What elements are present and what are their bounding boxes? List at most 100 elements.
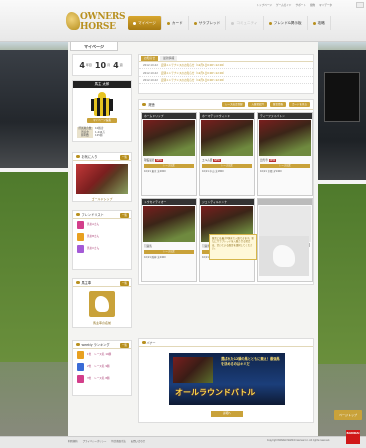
race-entry-bar[interactable]: レース出走 xyxy=(202,164,252,168)
top-link[interactable]: トップページ xyxy=(256,3,272,7)
friend-item[interactable]: 馬主Cさん xyxy=(73,243,131,255)
introduce-button[interactable]: 入厩者紹介 xyxy=(248,102,267,107)
race-detail: 10/21 東京 芝2000 xyxy=(144,170,166,173)
race-entry-bar[interactable]: レース出走 xyxy=(144,164,194,168)
horse-card[interactable]: トウカイテイオー 引退馬 レース出走 10/21 阪神 芝2400 xyxy=(141,198,197,282)
stable-info-button[interactable]: 厩舎情報 xyxy=(269,102,286,107)
page-top-button[interactable]: ページトップ xyxy=(334,410,362,420)
notice-panel: お知らせ 最新情報 2012.10.22 定期メンテナンスのお知らせ（12月1日0… xyxy=(138,54,314,94)
home-icon xyxy=(133,21,136,25)
notice-line[interactable]: 2012.10.22 定期メンテナンスのお知らせ（12月1日0:00〜12:00） xyxy=(139,69,313,77)
horse-image xyxy=(143,206,195,242)
nav-community[interactable]: コミュニティ xyxy=(226,16,264,30)
date-year-unit: 年目 xyxy=(85,63,92,67)
horse-placeholder-icon[interactable] xyxy=(89,291,115,317)
page-container: マイページ 4 年目 10 月 4週 馬主 太郎 マイページ編集 所属厩舎数 10厩舎… xyxy=(68,42,318,436)
owner-car-panel: 馬主車 一覧 馬主車の名前 xyxy=(72,278,132,328)
new-badge: NEW xyxy=(155,159,163,162)
footer-link[interactable]: プライバシーポリシー xyxy=(83,439,107,443)
ranking-rank: 2位 xyxy=(87,365,92,369)
banner-title: オールラウンドバトル xyxy=(175,388,256,397)
nav-label: マイページ xyxy=(138,21,156,25)
horse-status-row: 現役競走 NEW xyxy=(142,157,196,163)
ranking-text: レース名 9勝 xyxy=(94,365,110,369)
stable-header: 厩舎 レース出走登録 入厩者紹介 厩舎情報 カードを見る xyxy=(139,100,313,110)
ranking-list-button[interactable]: 一覧 xyxy=(119,342,129,348)
footer-link[interactable]: 利用規約 xyxy=(68,439,78,443)
edit-profile-button[interactable]: マイページ編集 xyxy=(87,118,117,123)
top-link[interactable]: サポート xyxy=(295,3,305,7)
horse-card[interactable]: ホームドリップ 現役競走 NEW レース出走 10/21 東京 芝2000 xyxy=(141,112,197,196)
horse-silhouette-icon xyxy=(273,245,295,267)
tab-news[interactable]: お知らせ xyxy=(141,56,159,61)
ranking-item[interactable]: 3位 レース名 8勝 xyxy=(73,373,131,385)
friend-name: 馬主Bさん xyxy=(87,235,100,239)
ranking-rank: 3位 xyxy=(87,377,92,381)
help-icon[interactable] xyxy=(356,2,364,8)
horse-status: 田光寺 xyxy=(260,159,268,162)
scoreboard xyxy=(324,72,360,122)
nav-thoroughbred[interactable]: サラブレッド xyxy=(189,16,227,30)
nav-friend-board[interactable]: フレンド&掲示板 xyxy=(264,16,308,30)
friend-item[interactable]: 馬主Bさん xyxy=(73,231,131,243)
view-cards-button[interactable]: カードを見る xyxy=(288,102,310,107)
top-link[interactable]: 規約 xyxy=(310,3,315,7)
ranking-title: weekly ランキング xyxy=(81,342,110,347)
event-banner[interactable]: 選ばれた12頭の馬とともに競え！最強馬を決めるのはキミだ オールラウンドバトル xyxy=(169,353,285,405)
friend-icon xyxy=(268,21,272,25)
star-icon xyxy=(76,154,80,159)
notice-text: 定期メンテナンスのお知らせ（12月1日0:00〜12:00） xyxy=(160,64,226,68)
friend-list-button[interactable]: 一覧 xyxy=(119,212,129,218)
race-entry-button[interactable]: レース出走登録 xyxy=(222,102,246,107)
banner-icon xyxy=(142,340,146,344)
horse-status-row: エルム賞 NEW xyxy=(200,157,254,163)
friend-item[interactable]: 馬主Aさん xyxy=(73,219,131,231)
notice-date: 2012.10.22 xyxy=(143,71,158,75)
top-link[interactable]: マイデータ xyxy=(319,3,332,7)
new-badge: NEW xyxy=(213,159,221,162)
owner-car-title: 馬主車 xyxy=(81,280,92,285)
date-week: 4 xyxy=(113,60,119,70)
banner-detail-button[interactable]: 詳細へ xyxy=(211,411,243,417)
notice-line[interactable]: 2012.10.22 定期メンテナンスのお知らせ（12月1日0:00〜12:00） xyxy=(139,62,313,70)
favorite-horse-image[interactable] xyxy=(76,164,128,194)
stable-tooltip: 厩舎には最大6頭まで入厩できます。新たにサラブレッドを入厩させる場合は、空いてい… xyxy=(209,234,257,260)
header: トップページ ゲームガイド サポート 規約 マイデータ OWNERS HORSE… xyxy=(0,0,366,42)
horse-image xyxy=(201,120,253,156)
info-value: 125勝 xyxy=(95,134,103,138)
turf-left xyxy=(0,172,68,362)
horse-name: ホーマテッドウィンド xyxy=(200,113,254,119)
silks-icon xyxy=(77,375,84,383)
owner-profile: 馬主 太郎 マイページ編集 所属厩舎数 10厩舎 所持金 1,444万 勝利数 125… xyxy=(72,80,132,142)
notice-text: 定期メンテナンスのお知らせ（12月1日0:00〜12:00） xyxy=(160,78,226,82)
banner-header: バナー xyxy=(139,339,313,347)
owner-info: 所属厩舎数 10厩舎 所持金 1,444万 勝利数 125勝 xyxy=(73,125,131,140)
nav-card[interactable]: カード xyxy=(162,16,189,30)
horse-status: 現役競走 xyxy=(144,159,155,162)
top-link[interactable]: ゲームガイド xyxy=(276,3,292,7)
race-detail: 10/21 阪神 芝2400 xyxy=(144,256,166,259)
main-nav: マイページ カード サラブレッド コミュニティ フレンド&掲示板 攻略 xyxy=(128,16,331,30)
tab-latest[interactable]: 最新情報 xyxy=(160,56,178,61)
nav-mypage[interactable]: マイページ xyxy=(128,16,162,30)
ranking-item[interactable]: 1位 レース名 10勝 xyxy=(73,349,131,361)
nav-strategy[interactable]: 攻略 xyxy=(308,16,331,30)
notice-line[interactable]: 2012.10.22 定期メンテナンスのお知らせ（12月1日0:00〜12:00） xyxy=(139,77,313,85)
race-entry-bar[interactable]: レース出走 xyxy=(144,250,194,254)
horse-card[interactable]: ホーマテッドウィンド エルム賞 NEW レース出走 10/21 中山 芝1800 xyxy=(199,112,255,196)
favorite-horse-name[interactable]: ゴールドシップ xyxy=(73,197,131,204)
owner-car-list-button[interactable]: 一覧 xyxy=(119,280,129,286)
horse-card[interactable]: ティーファイバトン 田光寺 NEW レース出走 10/21 京都 ダ1400 xyxy=(257,112,313,196)
horse-icon xyxy=(193,21,197,25)
ranking-item[interactable]: 2位 レース名 9勝 xyxy=(73,361,131,373)
card-icon xyxy=(166,21,170,25)
logo[interactable]: OWNERS HORSE xyxy=(64,10,128,34)
horse-logo-icon xyxy=(66,12,80,30)
footer-link[interactable]: お問い合わせ xyxy=(131,439,145,443)
horse-name: トウカイテイオー xyxy=(142,199,196,205)
footer-link[interactable]: 特定商取引法 xyxy=(111,439,125,443)
favorite-list-button[interactable]: 一覧 xyxy=(119,154,129,160)
ranking-panel: weekly ランキング 一覧 1位 レース名 10勝 2位 レース名 9勝 3位 レー… xyxy=(72,340,132,396)
bandai-logo[interactable]: BANDAI xyxy=(346,430,360,444)
race-entry-bar[interactable]: レース出走 xyxy=(260,164,310,168)
